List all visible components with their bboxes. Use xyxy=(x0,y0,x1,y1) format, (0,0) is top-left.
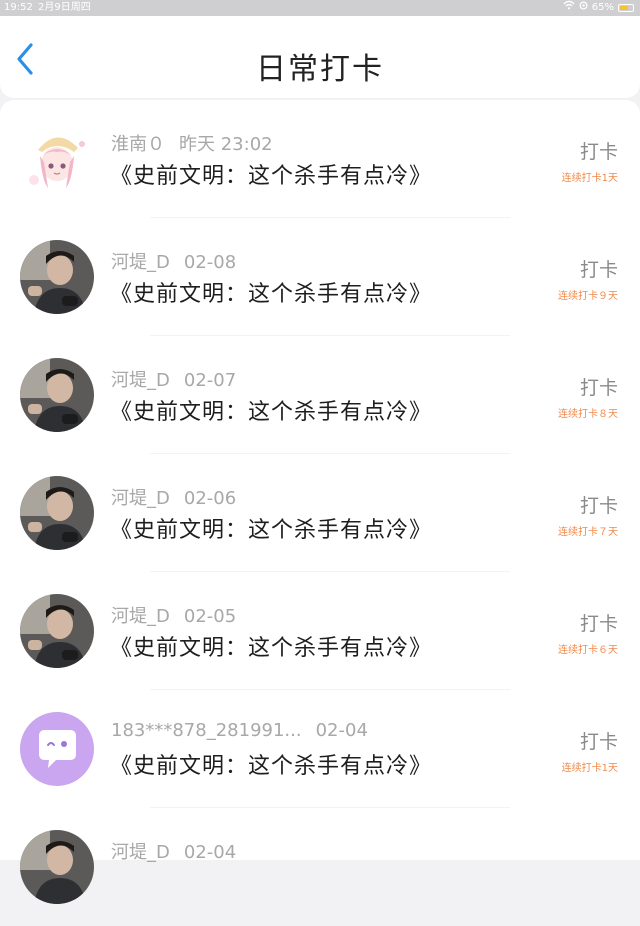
checkin-list: 淮南０ 昨天 23:02 《史前文明：这个杀手有点冷》 打卡 连续打卡1天 河堤_… xyxy=(0,100,640,904)
battery-fill xyxy=(620,6,628,10)
name-line: 河堤_D 02-04 xyxy=(111,838,236,864)
post-time: 02-07 xyxy=(183,370,237,391)
checkin-button[interactable]: 打卡 xyxy=(580,137,618,164)
list-item[interactable]: 183***878_281991... 02-04 《史前文明：这个杀手有点冷》 … xyxy=(0,690,640,808)
checkin-button[interactable]: 打卡 xyxy=(580,255,618,282)
name-line: 淮南０ 昨天 23:02 xyxy=(111,130,273,156)
avatar[interactable] xyxy=(20,830,94,904)
status-right: 65% xyxy=(563,0,634,16)
user-name: 河堤_D xyxy=(111,252,170,273)
avatar[interactable] xyxy=(20,122,94,196)
user-name: 183***878_281991... xyxy=(111,720,302,741)
streak-label: 连续打卡７天 xyxy=(558,527,618,538)
battery-percent: 65% xyxy=(591,2,614,13)
wifi-icon xyxy=(563,0,575,16)
avatar[interactable] xyxy=(20,476,94,550)
checkin-button[interactable]: 打卡 xyxy=(580,491,618,518)
name-line: 河堤_D 02-08 xyxy=(111,248,236,274)
name-line: 河堤_D 02-06 xyxy=(111,484,236,510)
streak-label: 连续打卡８天 xyxy=(558,409,618,420)
header: 日常打卡 xyxy=(0,16,640,98)
book-title: 《史前文明：这个杀手有点冷》 xyxy=(110,754,433,779)
book-title: 《史前文明：这个杀手有点冷》 xyxy=(110,518,433,543)
list-item[interactable]: 河堤_D 02-05 《史前文明：这个杀手有点冷》 打卡 连续打卡６天 xyxy=(0,572,640,690)
book-title: 《史前文明：这个杀手有点冷》 xyxy=(110,636,433,661)
post-time: 昨天 23:02 xyxy=(179,134,273,155)
checkin-button[interactable]: 打卡 xyxy=(580,373,618,400)
list-item[interactable]: 淮南０ 昨天 23:02 《史前文明：这个杀手有点冷》 打卡 连续打卡1天 xyxy=(0,100,640,218)
streak-label: 连续打卡６天 xyxy=(558,645,618,656)
page-title: 日常打卡 xyxy=(256,52,384,87)
location-icon xyxy=(579,0,588,16)
list-item[interactable]: 河堤_D 02-04 xyxy=(0,808,640,926)
avatar[interactable] xyxy=(20,240,94,314)
name-line: 河堤_D 02-05 xyxy=(111,602,236,628)
user-name: 淮南０ xyxy=(111,134,165,155)
streak-label: 连续打卡1天 xyxy=(561,763,618,774)
book-title: 《史前文明：这个杀手有点冷》 xyxy=(110,400,433,425)
list-item[interactable]: 河堤_D 02-08 《史前文明：这个杀手有点冷》 打卡 连续打卡９天 xyxy=(0,218,640,336)
post-time: 02-04 xyxy=(315,720,368,741)
list-item[interactable]: 河堤_D 02-07 《史前文明：这个杀手有点冷》 打卡 连续打卡８天 xyxy=(0,336,640,454)
user-name: 河堤_D xyxy=(111,488,170,509)
post-time: 02-05 xyxy=(183,606,237,627)
status-date: 2月9日周四 xyxy=(38,2,91,13)
checkin-button[interactable]: 打卡 xyxy=(580,609,618,636)
book-title: 《史前文明：这个杀手有点冷》 xyxy=(110,164,433,189)
list-item[interactable]: 河堤_D 02-06 《史前文明：这个杀手有点冷》 打卡 连续打卡７天 xyxy=(0,454,640,572)
streak-label: 连续打卡９天 xyxy=(558,291,618,302)
user-name: 河堤_D xyxy=(111,606,170,627)
user-name: 河堤_D xyxy=(111,370,170,391)
post-time: 02-08 xyxy=(183,252,237,273)
avatar[interactable] xyxy=(20,712,94,786)
book-title: 《史前文明：这个杀手有点冷》 xyxy=(110,282,433,307)
checkin-button[interactable]: 打卡 xyxy=(580,727,618,754)
battery-icon xyxy=(618,4,634,12)
status-bar: 19:52 2月9日周四 65% xyxy=(0,0,640,16)
post-time: 02-06 xyxy=(183,488,237,509)
name-line: 183***878_281991... 02-04 xyxy=(111,720,368,741)
streak-label: 连续打卡1天 xyxy=(561,173,618,184)
avatar[interactable] xyxy=(20,358,94,432)
status-time: 19:52 xyxy=(4,2,33,13)
avatar[interactable] xyxy=(20,594,94,668)
name-line: 河堤_D 02-07 xyxy=(111,366,236,392)
